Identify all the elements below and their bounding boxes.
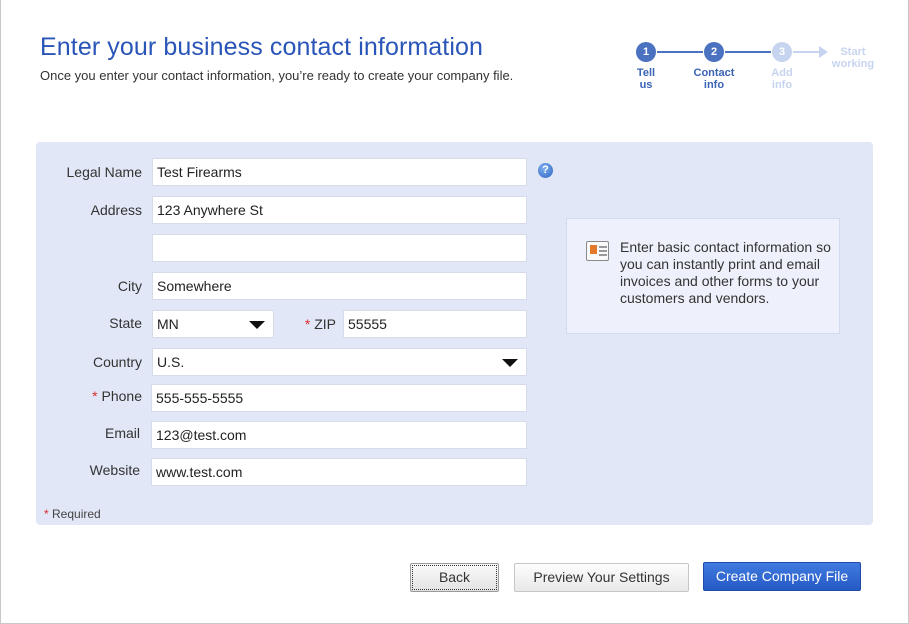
state-select[interactable]: MN xyxy=(152,310,274,338)
website-input[interactable]: www.test.com xyxy=(151,458,527,486)
chevron-down-icon xyxy=(502,359,518,367)
email-label: Email xyxy=(104,425,140,441)
preview-settings-button[interactable]: Preview Your Settings xyxy=(514,563,689,592)
page-title: Enter your business contact information xyxy=(40,33,484,61)
create-company-file-button[interactable]: Create Company File xyxy=(703,562,861,591)
step-1-label: Tell us xyxy=(636,67,656,91)
city-label: City xyxy=(117,278,142,294)
phone-label: * Phone xyxy=(92,388,142,404)
page-subtitle: Once you enter your contact information,… xyxy=(40,68,514,83)
legal-name-label: Legal Name xyxy=(66,164,143,180)
legal-name-input[interactable]: Test Firearms xyxy=(152,158,527,186)
country-value: U.S. xyxy=(157,354,185,370)
country-select[interactable]: U.S. xyxy=(152,348,527,376)
help-icon[interactable]: ? xyxy=(538,163,553,178)
city-input[interactable]: Somewhere xyxy=(152,272,527,300)
address-line1-input[interactable]: 123 Anywhere St xyxy=(152,196,527,224)
country-label: Country xyxy=(92,354,142,370)
step-2-label: Contact info xyxy=(693,67,735,91)
step-4-label: Start working xyxy=(831,46,875,70)
chevron-down-icon xyxy=(249,321,265,329)
step-connector-1 xyxy=(657,51,703,53)
step-3-label: Add info xyxy=(771,67,793,91)
step-connector-2 xyxy=(725,51,771,53)
contact-card-icon xyxy=(586,241,609,261)
info-text: Enter basic contact information so you c… xyxy=(620,239,831,306)
address-label: Address xyxy=(90,202,142,218)
step-1-circle: 1 xyxy=(636,42,656,62)
zip-input[interactable]: 55555 xyxy=(343,310,527,338)
progress-stepper: 1 2 3 Tell us Contact info Add info Start wo… xyxy=(620,40,890,100)
back-button[interactable]: Back xyxy=(410,563,499,592)
step-connector-3 xyxy=(793,51,819,53)
zip-label: * ZIP xyxy=(304,316,336,332)
required-note: * Required xyxy=(44,507,101,521)
website-label: Website xyxy=(89,462,140,478)
info-box: Enter basic contact information so you c… xyxy=(566,218,840,334)
address-line2-input[interactable] xyxy=(152,234,527,262)
state-value: MN xyxy=(157,316,179,332)
email-input[interactable]: 123@test.com xyxy=(151,421,527,449)
step-2-circle: 2 xyxy=(704,42,724,62)
state-label: State xyxy=(109,315,142,331)
phone-input[interactable]: 555-555-5555 xyxy=(151,384,527,412)
step-3-circle: 3 xyxy=(772,42,792,62)
